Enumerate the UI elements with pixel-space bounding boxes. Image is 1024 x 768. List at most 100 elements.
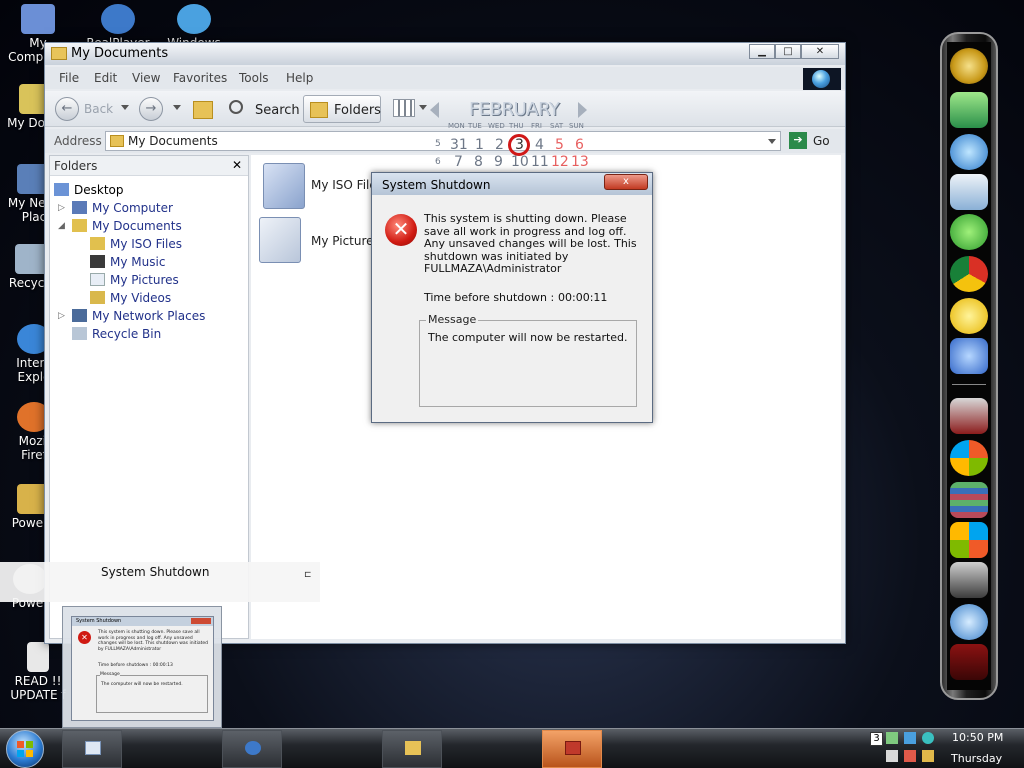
- dock-network-icon[interactable]: [950, 604, 988, 640]
- dock-live-messenger-icon[interactable]: [950, 338, 988, 374]
- calendar-date[interactable]: 8: [474, 154, 483, 170]
- tree-item-label: My Computer: [92, 201, 173, 215]
- calendar-date[interactable]: 11: [531, 154, 549, 170]
- content-item-label[interactable]: My ISO File: [311, 178, 377, 192]
- tray-app-icon[interactable]: [922, 732, 934, 744]
- computer-icon: [21, 4, 55, 34]
- tree-item-my-videos[interactable]: My Videos: [90, 291, 171, 309]
- tree-item-recycle-bin[interactable]: Recycle Bin: [72, 327, 161, 345]
- dock-media-player-icon[interactable]: [950, 174, 988, 210]
- menu-help[interactable]: Help: [286, 71, 313, 85]
- calendar-date[interactable]: 7: [454, 154, 463, 170]
- calendar-date[interactable]: 4: [535, 137, 544, 153]
- dock-chrome-icon[interactable]: [950, 256, 988, 292]
- close-icon[interactable]: ✕: [232, 158, 242, 172]
- dock-office-icon[interactable]: [950, 398, 988, 434]
- tray-security-icon[interactable]: [904, 732, 916, 744]
- dock-browser-icon[interactable]: [950, 214, 988, 250]
- menu-tools[interactable]: Tools: [239, 71, 269, 85]
- tray-network-icon[interactable]: [886, 732, 898, 744]
- dock-printer-icon[interactable]: [950, 562, 988, 598]
- go-arrow-icon[interactable]: ➔: [789, 132, 807, 149]
- message-group-label: Message: [426, 313, 479, 326]
- taskbar-button-show-desktop[interactable]: [62, 730, 122, 768]
- realplayer-icon: [101, 4, 135, 34]
- message-group-text: The computer will now be restarted.: [428, 331, 628, 344]
- tray-volume-icon[interactable]: [886, 750, 898, 762]
- tree-item-my-documents[interactable]: My Documents: [72, 219, 182, 237]
- calendar-date[interactable]: 6: [575, 137, 584, 153]
- dock-logo-icon[interactable]: [950, 48, 988, 84]
- shutdown-time-label: Time before shutdown :: [424, 291, 555, 304]
- dock-windows-flag-icon[interactable]: [950, 522, 988, 558]
- window-titlebar[interactable]: My Documents ▁ □ ✕: [45, 43, 845, 65]
- back-dropdown-icon[interactable]: [121, 105, 129, 110]
- dialog-close-button[interactable]: x: [604, 174, 648, 190]
- menu-favorites[interactable]: Favorites: [173, 71, 227, 85]
- dock-monitor-icon[interactable]: [950, 92, 988, 128]
- calendar-day-sun: SUN: [569, 122, 584, 130]
- calendar-date[interactable]: 13: [571, 154, 589, 170]
- calendar-prev-icon[interactable]: [430, 102, 439, 118]
- menu-edit[interactable]: Edit: [94, 71, 117, 85]
- tree-item-my-network-places[interactable]: My Network Places: [72, 309, 205, 327]
- menu-file[interactable]: File: [59, 71, 79, 85]
- dock-windows-icon[interactable]: [950, 440, 988, 476]
- calendar-date[interactable]: 9: [494, 154, 503, 170]
- dock-recycle-bin-icon[interactable]: [950, 644, 988, 680]
- tree-item-my-iso-files[interactable]: My ISO Files: [90, 237, 182, 255]
- tray-update-icon[interactable]: [922, 750, 934, 762]
- forward-dropdown-icon[interactable]: [173, 105, 181, 110]
- tray-calendar-icon[interactable]: 3: [870, 732, 883, 746]
- tree-item-label: Recycle Bin: [92, 327, 162, 341]
- clock-time[interactable]: 10:50 PM: [952, 731, 1003, 744]
- calendar-day-wed: WED: [488, 122, 505, 130]
- search-icon[interactable]: [229, 100, 243, 114]
- calendar-date[interactable]: 31: [450, 137, 468, 153]
- address-value: My Documents: [128, 134, 218, 148]
- collapse-icon[interactable]: ◢: [58, 221, 65, 231]
- dock-messenger-smiley-icon[interactable]: [950, 298, 988, 334]
- maximize-button[interactable]: □: [775, 44, 801, 59]
- expand-icon[interactable]: ▷: [58, 203, 65, 213]
- tree-item-my-pictures[interactable]: My Pictures: [90, 273, 179, 291]
- tree-item-desktop[interactable]: Desktop: [54, 183, 124, 201]
- menu-view[interactable]: View: [132, 71, 160, 85]
- tree-item-my-computer[interactable]: My Computer: [72, 201, 173, 219]
- calendar-date[interactable]: 10: [511, 154, 529, 170]
- close-button[interactable]: ✕: [801, 44, 839, 59]
- dock-winrar-icon[interactable]: [950, 482, 988, 518]
- tree-item-label: Desktop: [74, 183, 124, 197]
- dock-internet-explorer-icon[interactable]: [950, 134, 988, 170]
- calendar-today-marker: [508, 134, 530, 156]
- search-button[interactable]: Search: [255, 103, 300, 118]
- folder-icon[interactable]: [263, 163, 305, 209]
- minimize-button[interactable]: ▁: [749, 44, 775, 59]
- views-dropdown-icon[interactable]: [419, 105, 427, 110]
- folders-button[interactable]: Folders: [303, 95, 381, 123]
- taskbar-button-my-documents[interactable]: [382, 730, 442, 768]
- folder-up-icon[interactable]: [193, 101, 213, 119]
- dialog-titlebar[interactable]: System Shutdown x: [372, 173, 652, 195]
- tree-item-my-music[interactable]: My Music: [90, 255, 165, 273]
- calendar-next-icon[interactable]: [578, 102, 587, 118]
- taskbar-button-system-shutdown[interactable]: [542, 730, 602, 768]
- forward-arrow-icon[interactable]: →: [139, 97, 163, 121]
- expand-icon[interactable]: ▷: [58, 311, 65, 321]
- calendar-date[interactable]: 5: [555, 137, 564, 153]
- calendar-date[interactable]: 12: [551, 154, 569, 170]
- clock-day[interactable]: Thursday: [951, 752, 1002, 765]
- back-arrow-icon[interactable]: ←: [55, 97, 79, 121]
- views-icon[interactable]: [393, 99, 415, 117]
- taskbar-button-realplayer[interactable]: [222, 730, 282, 768]
- go-button[interactable]: Go: [813, 134, 830, 148]
- pictures-folder-icon[interactable]: [259, 217, 301, 263]
- back-button-label[interactable]: Back: [84, 102, 113, 116]
- address-field[interactable]: My Documents: [105, 131, 781, 151]
- content-item-label[interactable]: My Pictures: [311, 234, 380, 248]
- calendar-date[interactable]: 1: [475, 137, 484, 153]
- calendar-date[interactable]: 2: [495, 137, 504, 153]
- taskbar-preview-thumbnail[interactable]: System Shutdown ✕ This system is shuttin…: [62, 606, 222, 728]
- address-dropdown-icon[interactable]: [768, 139, 776, 144]
- tray-shield-icon[interactable]: [904, 750, 916, 762]
